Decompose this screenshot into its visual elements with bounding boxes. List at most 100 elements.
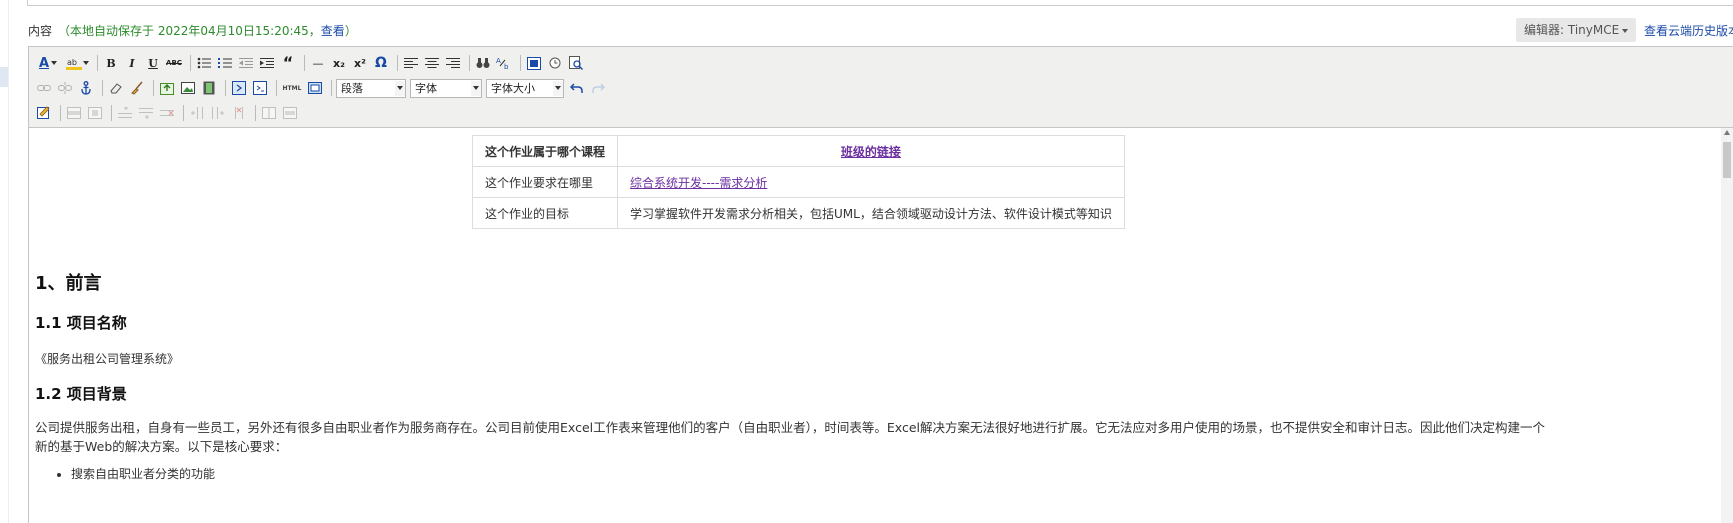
toolbar-divider (255, 105, 256, 121)
strikethrough-button[interactable]: ABC (165, 54, 183, 72)
row-before-icon (118, 107, 132, 118)
editor-content-area[interactable]: 这个作业属于哪个课程 班级的链接 这个作业要求在哪里 综合系统开发----需求分… (29, 128, 1721, 523)
split-cells-icon (262, 107, 276, 119)
delete-col-button[interactable] (230, 104, 248, 122)
remove-format-button[interactable] (107, 79, 125, 97)
format-select[interactable]: 段落 (336, 78, 406, 98)
special-character-button[interactable]: Ω (372, 54, 390, 72)
row-props-button[interactable] (65, 104, 83, 122)
insert-time-button[interactable] (546, 54, 564, 72)
cell-props-button[interactable] (86, 104, 104, 122)
cleanup-button[interactable] (128, 79, 146, 97)
font-color-button[interactable]: A (35, 54, 61, 72)
code-icon (232, 81, 246, 95)
subscript-button[interactable]: x₂ (330, 54, 348, 72)
embed-button[interactable] (251, 79, 269, 97)
toolbar-row-3 (35, 102, 302, 124)
col-before-icon (191, 107, 203, 119)
italic-button[interactable]: I (123, 54, 141, 72)
scroll-thumb[interactable] (1723, 142, 1731, 178)
table-row: 这个作业属于哪个课程 班级的链接 (471, 135, 1125, 167)
bold-button[interactable]: B (102, 54, 120, 72)
heading-preface: 1、前言 (35, 273, 102, 294)
autosave-view-link[interactable]: 查看 (321, 24, 345, 38)
col-delete-icon (235, 107, 243, 119)
insert-code-button[interactable] (230, 79, 248, 97)
replace-button[interactable]: Ab (495, 54, 513, 72)
preview-button[interactable] (567, 54, 585, 72)
heading-project-name: 1.1 项目名称 (35, 314, 127, 332)
undo-icon (570, 83, 583, 93)
numbered-list-button[interactable] (216, 54, 234, 72)
toolbar-divider (183, 105, 184, 121)
insert-col-before-button[interactable] (188, 104, 206, 122)
insert-table-button[interactable] (35, 104, 53, 122)
scroll-up-icon[interactable] (1724, 130, 1730, 135)
toolbar-divider (102, 80, 103, 96)
undo-button[interactable] (568, 79, 586, 97)
insert-image-button[interactable] (179, 79, 197, 97)
table-cell-key: 这个作业要求在哪里 (471, 166, 619, 198)
outdent-button[interactable] (237, 54, 255, 72)
paste-word-icon (527, 57, 541, 70)
list-item: 搜索自由职业者分类的功能 (71, 466, 215, 482)
class-link[interactable]: 班级的链接 (841, 145, 901, 159)
toolbar-divider (111, 105, 112, 121)
upload-image-button[interactable] (158, 79, 176, 97)
table-row-icon (67, 107, 81, 119)
underline-button[interactable]: U (144, 54, 162, 72)
highlight-color-button[interactable]: ab (64, 54, 90, 72)
embed-icon (253, 81, 267, 95)
merge-cells-icon (283, 107, 297, 119)
eraser-icon (110, 83, 122, 94)
italic-icon: I (129, 56, 135, 70)
insert-row-after-button[interactable] (137, 104, 155, 122)
col-after-icon (212, 107, 224, 119)
paste-word-button[interactable] (525, 54, 543, 72)
insert-row-before-button[interactable] (116, 104, 134, 122)
table-cell-value: 综合系统开发----需求分析 (617, 166, 1125, 198)
editor-select-label: 编辑器: TinyMCE (1524, 23, 1620, 37)
numbered-list-icon (218, 58, 232, 68)
anchor-button[interactable] (77, 79, 95, 97)
svg-text:ab: ab (67, 58, 77, 67)
unlink-button[interactable] (56, 79, 74, 97)
merge-cells-button[interactable] (281, 104, 299, 122)
redo-icon (592, 83, 605, 93)
row-after-icon (139, 108, 153, 119)
align-right-button[interactable] (444, 54, 462, 72)
table-row: 这个作业要求在哪里 综合系统开发----需求分析 (471, 166, 1125, 198)
cloud-history-link[interactable]: 查看云端历史版本 (1644, 22, 1733, 39)
table-cell-value: 学习掌握软件开发需求分析相关，包括UML，结合领域驱动设计方法、软件设计模式等知… (617, 197, 1125, 229)
insert-media-button[interactable] (200, 79, 218, 97)
omega-icon: Ω (375, 55, 387, 71)
toolbar-divider (60, 105, 61, 121)
html-source-button[interactable]: HTML (281, 79, 303, 97)
font-size-select[interactable]: 字体大小 (486, 78, 564, 98)
font-family-select[interactable]: 字体 (410, 78, 482, 98)
requirement-link[interactable]: 综合系统开发----需求分析 (630, 176, 767, 190)
indent-button[interactable] (258, 54, 276, 72)
toolbar-divider (397, 55, 398, 71)
editor-select-button[interactable]: 编辑器: TinyMCE (1516, 18, 1637, 42)
blockquote-button[interactable]: “ (279, 54, 297, 72)
title-input-bottom-edge[interactable] (27, 0, 1733, 6)
split-cells-button[interactable] (260, 104, 278, 122)
page-left-divider (8, 0, 9, 523)
redo-button[interactable] (589, 79, 607, 97)
bullet-list-button[interactable] (195, 54, 213, 72)
delete-row-button[interactable] (158, 104, 176, 122)
align-center-button[interactable] (423, 54, 441, 72)
vertical-scrollbar[interactable] (1721, 128, 1733, 523)
horizontal-rule-button[interactable]: — (309, 54, 327, 72)
chevron-down-icon (553, 80, 563, 96)
fullscreen-button[interactable] (306, 79, 324, 97)
indent-icon (260, 58, 274, 68)
preview-icon (569, 56, 583, 70)
align-left-button[interactable] (402, 54, 420, 72)
find-button[interactable] (474, 54, 492, 72)
link-button[interactable] (35, 79, 53, 97)
superscript-button[interactable]: x² (351, 54, 369, 72)
insert-col-after-button[interactable] (209, 104, 227, 122)
background-paragraph: 公司提供服务出租，自身有一些员工，另外还有很多自由职业者作为服务商存在。公司目前… (35, 420, 1545, 454)
